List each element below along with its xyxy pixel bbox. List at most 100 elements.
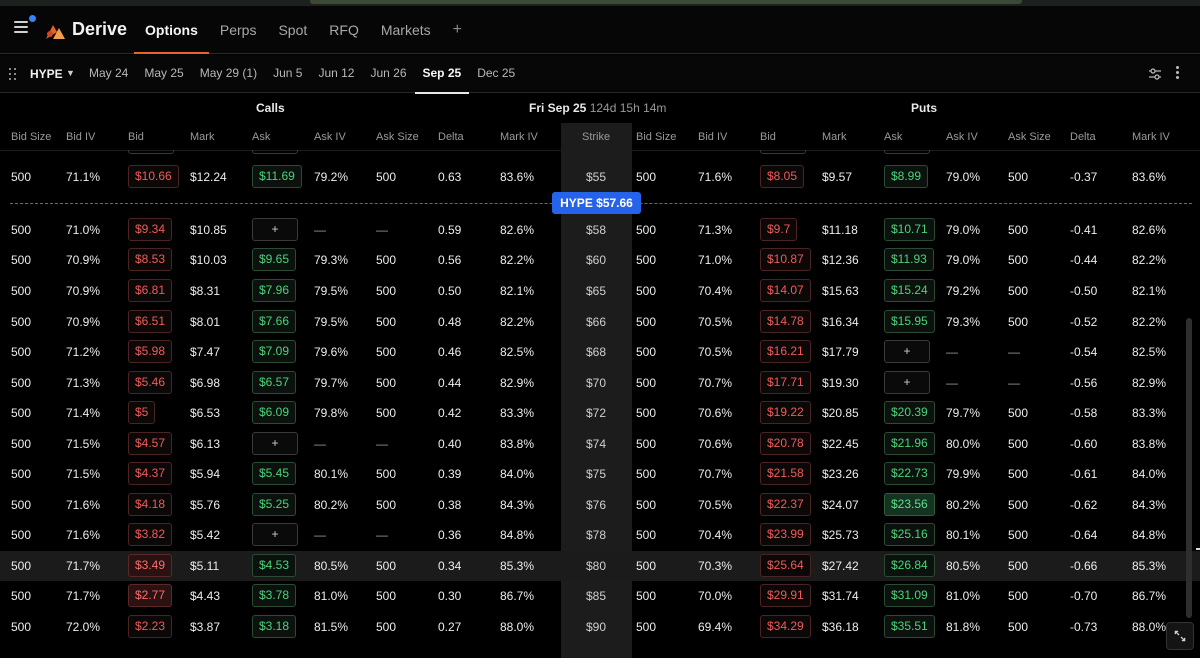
settings-sliders-icon[interactable] [1148,67,1162,81]
asset-selector[interactable]: HYPE [30,67,63,81]
expiry-tab[interactable]: May 24 [81,55,136,93]
call-ask-button[interactable]: $5.45 [252,462,297,485]
put-ask-button[interactable]: $21.96 [884,432,935,455]
table-row[interactable]: 500 70.9% $6.81 $8.31 $7.96 79.5% 500 0.50 82.1%… [0,276,1200,306]
call-bid-button[interactable]: $8.53 [128,248,173,271]
col-header[interactable]: Bid Size [636,131,676,143]
expiry-tab[interactable]: May 25 [136,55,191,93]
call-ask-button[interactable]: $3.78 [252,584,297,607]
call-bid-button[interactable]: $5.46 [128,371,173,394]
call-ask-button[interactable]: $7.66 [252,310,297,333]
put-bid-button[interactable]: $19.22 [760,401,811,424]
col-header[interactable]: Mark [822,131,846,143]
col-header[interactable]: Bid IV [66,131,95,143]
expiry-tab[interactable]: Jun 5 [265,55,310,93]
col-header[interactable]: Bid IV [698,131,727,143]
call-bid-button[interactable]: $4.57 [128,432,173,455]
tab-rfq[interactable]: RFQ [318,6,370,54]
table-row[interactable]: 500 72.0% $2.23 $3.87 $3.18 81.5% 500 0.27 88.0%… [0,612,1200,642]
call-bid-button[interactable]: $4.37 [128,462,173,485]
col-header[interactable]: Ask Size [376,131,419,143]
col-header[interactable]: Mark IV [1132,131,1170,143]
call-add-order-button[interactable]: + [252,218,298,241]
col-header[interactable]: Mark [190,131,214,143]
call-ask-button[interactable]: $9.65 [252,248,297,271]
call-bid-button[interactable]: $2.23 [128,615,173,638]
put-bid-button[interactable]: $8.05 [760,165,805,188]
expiry-tab[interactable]: Dec 25 [469,55,523,93]
call-bid-button[interactable]: $9.34 [128,218,173,241]
table-row[interactable]: 500 70.9% $6.51 $8.01 $7.66 79.5% 500 0.48 82.2%… [0,307,1200,337]
call-ask-button[interactable]: $7.09 [252,340,297,363]
col-header[interactable]: Ask IV [946,131,978,143]
chevron-down-icon[interactable]: ▼ [66,68,75,78]
put-ask-button[interactable]: $11.93 [884,248,934,271]
put-ask-button[interactable]: $22.73 [884,462,935,485]
table-row[interactable]: 500 71.5% $4.37 $5.94 $5.45 80.1% 500 0.39 84.0%… [0,459,1200,489]
table-row[interactable]: 500 71.3% $5.46 $6.98 $6.57 79.7% 500 0.44 82.9%… [0,368,1200,398]
put-ask-button[interactable]: $10.71 [884,218,935,241]
col-header[interactable]: Delta [1070,131,1096,143]
table-row[interactable]: 500 70.9% $8.53 $10.03 $9.65 79.3% 500 0.56 82.2… [0,245,1200,275]
col-header[interactable]: Mark IV [500,131,538,143]
table-row[interactable]: 500 71.7% $2.77 $4.43 $3.78 81.0% 500 0.30 86.7%… [0,581,1200,611]
col-header[interactable]: Ask Size [1008,131,1051,143]
put-bid-button[interactable]: $20.78 [760,432,811,455]
put-bid-button[interactable]: $9.7 [760,218,798,241]
put-bid-button[interactable]: $23.99 [760,523,811,546]
put-ask-button[interactable]: $35.51 [884,615,935,638]
put-bid-button[interactable]: $10.87 [760,248,811,271]
call-ask-button[interactable]: $3.18 [252,615,297,638]
table-row[interactable]: 500 71.0% $9.34 $10.85 + — — 0.59 82.6% $58 500 71.… [0,215,1200,245]
tab-perps[interactable]: Perps [209,6,268,54]
put-ask-button[interactable]: $15.24 [884,279,935,302]
drag-handle-icon[interactable] [9,68,17,80]
expiry-tab-active[interactable]: Sep 25 [414,55,470,94]
call-bid-button[interactable]: $6.81 [128,279,173,302]
brand-name[interactable]: Derive [72,19,127,40]
scrollbar[interactable] [1186,318,1192,618]
table-row[interactable]: 500 71.5% $4.57 $6.13 + — — 0.40 83.8% $74 500 70.6… [0,429,1200,459]
put-ask-button[interactable]: $25.16 [884,523,935,546]
put-add-order-button[interactable]: + [884,371,930,394]
put-bid-button[interactable]: $21.58 [760,462,811,485]
call-bid-button[interactable]: $5.98 [128,340,173,363]
call-ask-button[interactable]: $7.96 [252,279,297,302]
put-ask-button[interactable]: $8.99 [884,165,929,188]
call-bid-button[interactable]: $6.51 [128,310,173,333]
more-vertical-icon[interactable] [1176,66,1180,82]
col-header[interactable]: Delta [438,131,464,143]
col-header[interactable]: Bid Size [11,131,51,143]
put-ask-button[interactable]: $15.95 [884,310,935,333]
expiry-tab[interactable]: May 29 (1) [192,55,265,93]
call-ask-button[interactable]: $4.53 [252,554,297,577]
expiry-tab[interactable]: Jun 26 [362,55,414,93]
put-bid-button[interactable]: $16.21 [760,340,811,363]
table-row[interactable]: 500 71.6% $3.82 $5.42 + — — 0.36 84.8% $78 500 70.4… [0,520,1200,550]
menu-icon[interactable] [14,21,28,35]
call-bid-button[interactable]: $5 [128,401,156,424]
call-ask-button[interactable]: $11.69 [252,165,302,188]
table-row[interactable]: 500 71.1% $10.66 $12.24 $11.69 79.2% 500 0.63 83… [0,162,1200,192]
expand-icon[interactable] [1166,622,1194,650]
col-header[interactable]: Ask [884,131,902,143]
col-header[interactable]: Ask [252,131,270,143]
table-row[interactable]: 500 71.4% $5 $6.53 $6.09 79.8% 500 0.42 83.3% $72… [0,398,1200,428]
call-ask-button[interactable]: $5.25 [252,493,297,516]
put-bid-button[interactable]: $22.37 [760,493,811,516]
call-bid-button[interactable]: $3.49 [128,554,173,577]
col-header[interactable]: Bid [760,131,776,143]
add-tab-button[interactable]: + [442,6,473,54]
call-add-order-button[interactable]: + [252,523,298,546]
table-row[interactable]: 500 71.2% $5.98 $7.47 $7.09 79.6% 500 0.46 82.5%… [0,337,1200,367]
call-ask-button[interactable]: $6.09 [252,401,297,424]
call-bid-button[interactable]: $2.77 [128,584,173,607]
put-bid-button[interactable]: $14.78 [760,310,811,333]
put-ask-button[interactable]: $31.09 [884,584,935,607]
table-row[interactable]: 500 71.7% $3.49 $5.11 $4.53 80.5% 500 0.34 85.3%… [0,551,1200,581]
call-ask-button[interactable]: $6.57 [252,371,297,394]
put-ask-button[interactable]: $26.84 [884,554,935,577]
put-ask-button[interactable]: $23.56 [884,493,935,516]
expiry-tab[interactable]: Jun 12 [310,55,362,93]
table-row[interactable]: 500 71.6% $4.18 $5.76 $5.25 80.2% 500 0.38 84.3%… [0,490,1200,520]
